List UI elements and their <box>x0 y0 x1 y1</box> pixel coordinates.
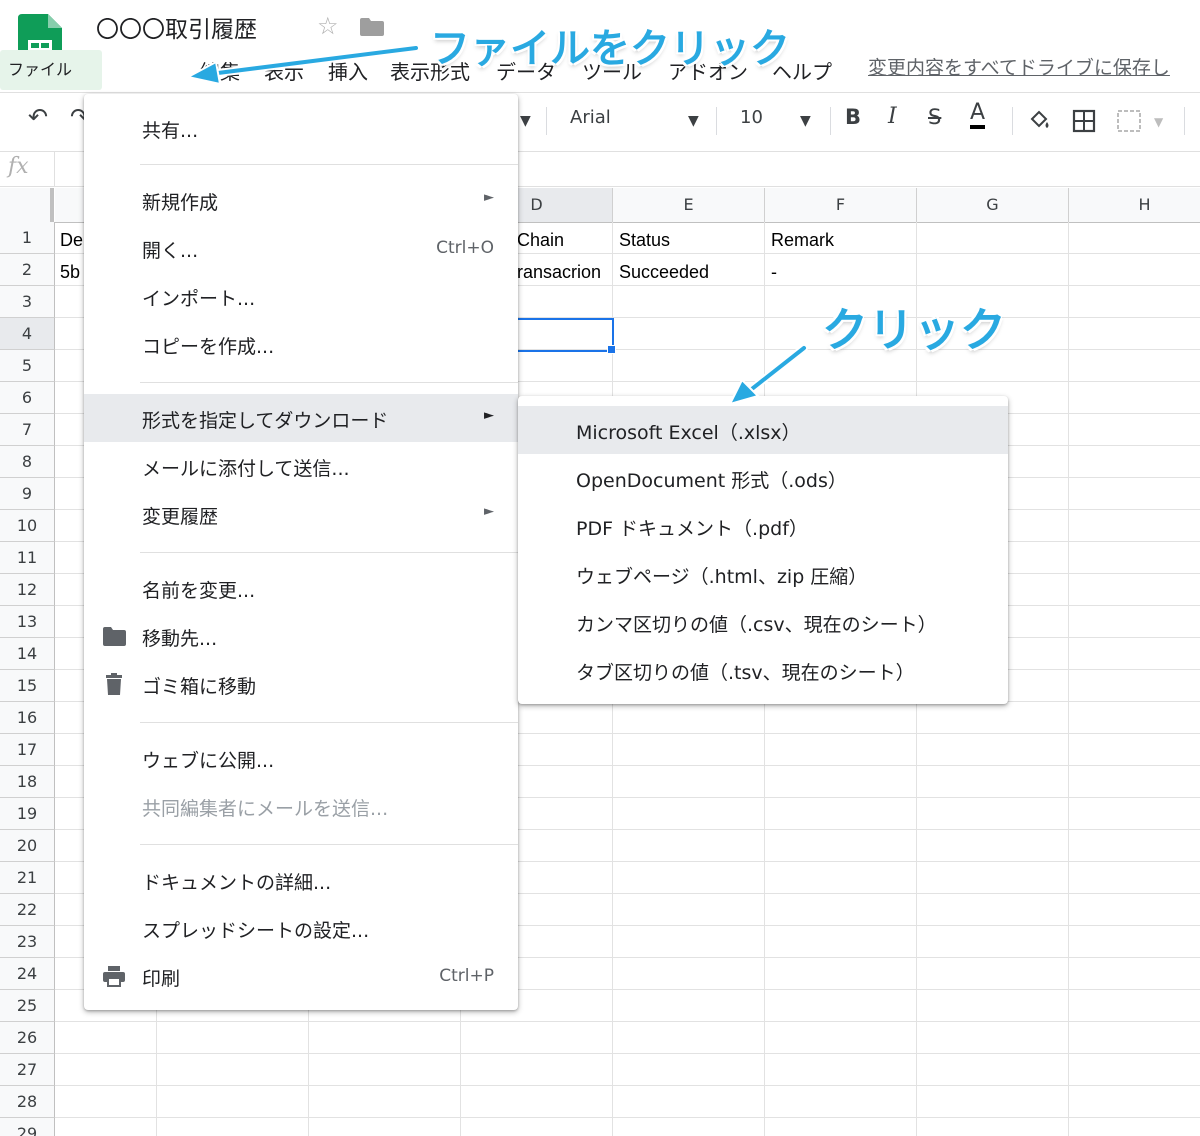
merge-dropdown-icon[interactable]: ▼ <box>1154 115 1163 129</box>
row-header[interactable]: 12 <box>0 574 55 606</box>
row-header[interactable]: 13 <box>0 606 55 638</box>
menu-item-publish[interactable]: ウェブに公開... <box>84 734 518 782</box>
cell-d2[interactable]: ransacrion <box>517 262 601 283</box>
annotation-click: クリック <box>822 303 1006 357</box>
row-header[interactable]: 19 <box>0 798 55 830</box>
borders-icon[interactable] <box>1072 109 1096 133</box>
fill-handle[interactable] <box>607 345 616 354</box>
merge-cells-icon[interactable] <box>1116 109 1142 133</box>
download-tsv[interactable]: タブ区切りの値（.tsv、現在のシート） <box>518 646 1008 694</box>
row-header[interactable]: 9 <box>0 478 55 510</box>
file-menu-dropdown: 共有... 新規作成 ► 開く... Ctrl+O インポート... コピーを作成.… <box>84 94 518 1010</box>
menu-item-document-details[interactable]: ドキュメントの詳細... <box>84 856 518 904</box>
submenu-arrow-icon: ► <box>484 408 494 423</box>
annotation-arrow-icon <box>185 44 420 86</box>
annotation-file-click: ファイルをクリック <box>430 26 790 72</box>
download-ods[interactable]: OpenDocument 形式（.ods） <box>518 454 1008 502</box>
row-header[interactable]: 22 <box>0 894 55 926</box>
menu-item-email-collaborators: 共同編集者にメールを送信... <box>142 798 389 820</box>
cell-a1[interactable]: De <box>60 230 83 251</box>
menu-item-spreadsheet-settings[interactable]: スプレッドシートの設定... <box>84 904 518 952</box>
download-submenu: Microsoft Excel（.xlsx） OpenDocument 形式（.… <box>518 396 1008 704</box>
column-header-h[interactable]: H <box>1069 188 1200 223</box>
row-header[interactable]: 7 <box>0 414 55 446</box>
cell-a2[interactable]: 5b <box>60 262 80 283</box>
strikethrough-icon[interactable]: S <box>928 105 941 129</box>
undo-icon[interactable]: ↶ <box>28 103 48 131</box>
row-header[interactable]: 8 <box>0 446 55 478</box>
column-header-f[interactable]: F <box>765 188 917 223</box>
menu-item-download[interactable]: 形式を指定してダウンロード ► <box>84 394 518 442</box>
trash-icon <box>106 673 122 695</box>
select-all-corner[interactable] <box>0 188 54 223</box>
row-header[interactable]: 2 <box>0 254 55 286</box>
row-header[interactable]: 14 <box>0 638 55 670</box>
font-dropdown-icon[interactable]: ▼ <box>688 113 699 129</box>
menu-item-trash[interactable]: ゴミ箱に移動 <box>84 660 518 708</box>
row-header[interactable]: 18 <box>0 766 55 798</box>
row-header[interactable]: 15 <box>0 670 55 702</box>
row-header[interactable]: 28 <box>0 1086 55 1118</box>
row-header[interactable]: 6 <box>0 382 55 414</box>
row-header[interactable]: 1 <box>0 222 55 254</box>
menu-item-open[interactable]: 開く... Ctrl+O <box>84 224 518 272</box>
row-header[interactable]: 11 <box>0 542 55 574</box>
row-header[interactable]: 29 <box>0 1118 55 1136</box>
row-header[interactable]: 10 <box>0 510 55 542</box>
cell-e1[interactable]: Status <box>619 230 670 251</box>
menu-item-rename[interactable]: 名前を変更... <box>84 564 518 612</box>
row-header[interactable]: 26 <box>0 1022 55 1054</box>
row-header[interactable]: 25 <box>0 990 55 1022</box>
menu-item-new[interactable]: 新規作成 ► <box>84 176 518 224</box>
row-header[interactable]: 23 <box>0 926 55 958</box>
menu-item-print[interactable]: 印刷 Ctrl+P <box>84 952 518 1000</box>
download-pdf[interactable]: PDF ドキュメント（.pdf） <box>518 502 1008 550</box>
cell-d1[interactable]: Chain <box>517 230 564 251</box>
star-icon[interactable]: ☆ <box>317 12 339 40</box>
menu-item-import[interactable]: インポート... <box>84 272 518 320</box>
text-color-icon[interactable]: A <box>970 101 986 129</box>
fx-icon: fx <box>8 154 29 179</box>
bold-icon[interactable]: B <box>845 105 861 129</box>
row-header[interactable]: 20 <box>0 830 55 862</box>
menu-item-email-attach[interactable]: メールに添付して送信... <box>84 442 518 490</box>
submenu-arrow-icon: ► <box>484 504 494 519</box>
font-size-dropdown-icon[interactable]: ▼ <box>800 113 811 129</box>
document-title[interactable]: 〇〇〇取引履歴 <box>96 10 257 44</box>
menu-item-version-history[interactable]: 変更履歴 ► <box>84 490 518 538</box>
menu-item-share[interactable]: 共有... <box>84 104 518 152</box>
folder-icon <box>103 627 126 646</box>
save-status-link[interactable]: 変更内容をすべてドライブに保存し <box>868 53 1170 80</box>
font-size-select[interactable]: 10 <box>740 107 763 128</box>
folder-icon[interactable] <box>360 18 384 36</box>
font-select[interactable]: Arial <box>570 107 611 128</box>
row-header[interactable]: 16 <box>0 702 55 734</box>
cell-e2[interactable]: Succeeded <box>619 262 709 283</box>
cell-f2[interactable]: - <box>771 262 777 283</box>
dropdown-arrow-icon[interactable]: ▼ <box>520 113 531 129</box>
fill-color-icon[interactable] <box>1028 109 1052 133</box>
column-header-e[interactable]: E <box>613 188 765 223</box>
download-csv[interactable]: カンマ区切りの値（.csv、現在のシート） <box>518 598 1008 646</box>
row-header[interactable]: 5 <box>0 350 55 382</box>
cell-f1[interactable]: Remark <box>771 230 834 251</box>
menu-file[interactable]: ファイル <box>0 50 102 90</box>
menu-item-move[interactable]: 移動先... <box>84 612 518 660</box>
menu-item-copy[interactable]: コピーを作成... <box>84 320 518 368</box>
download-html[interactable]: ウェブページ（.html、zip 圧縮） <box>518 550 1008 598</box>
row-header[interactable]: 17 <box>0 734 55 766</box>
row-header[interactable]: 4 <box>0 318 55 350</box>
submenu-arrow-icon: ► <box>484 190 494 205</box>
row-header[interactable]: 21 <box>0 862 55 894</box>
row-header[interactable]: 24 <box>0 958 55 990</box>
print-icon <box>103 966 125 987</box>
italic-icon[interactable]: I <box>888 104 897 129</box>
row-header[interactable]: 27 <box>0 1054 55 1086</box>
annotation-arrow-icon <box>728 344 808 406</box>
column-header-g[interactable]: G <box>917 188 1069 223</box>
download-xlsx[interactable]: Microsoft Excel（.xlsx） <box>518 406 1008 454</box>
row-header[interactable]: 3 <box>0 286 55 318</box>
